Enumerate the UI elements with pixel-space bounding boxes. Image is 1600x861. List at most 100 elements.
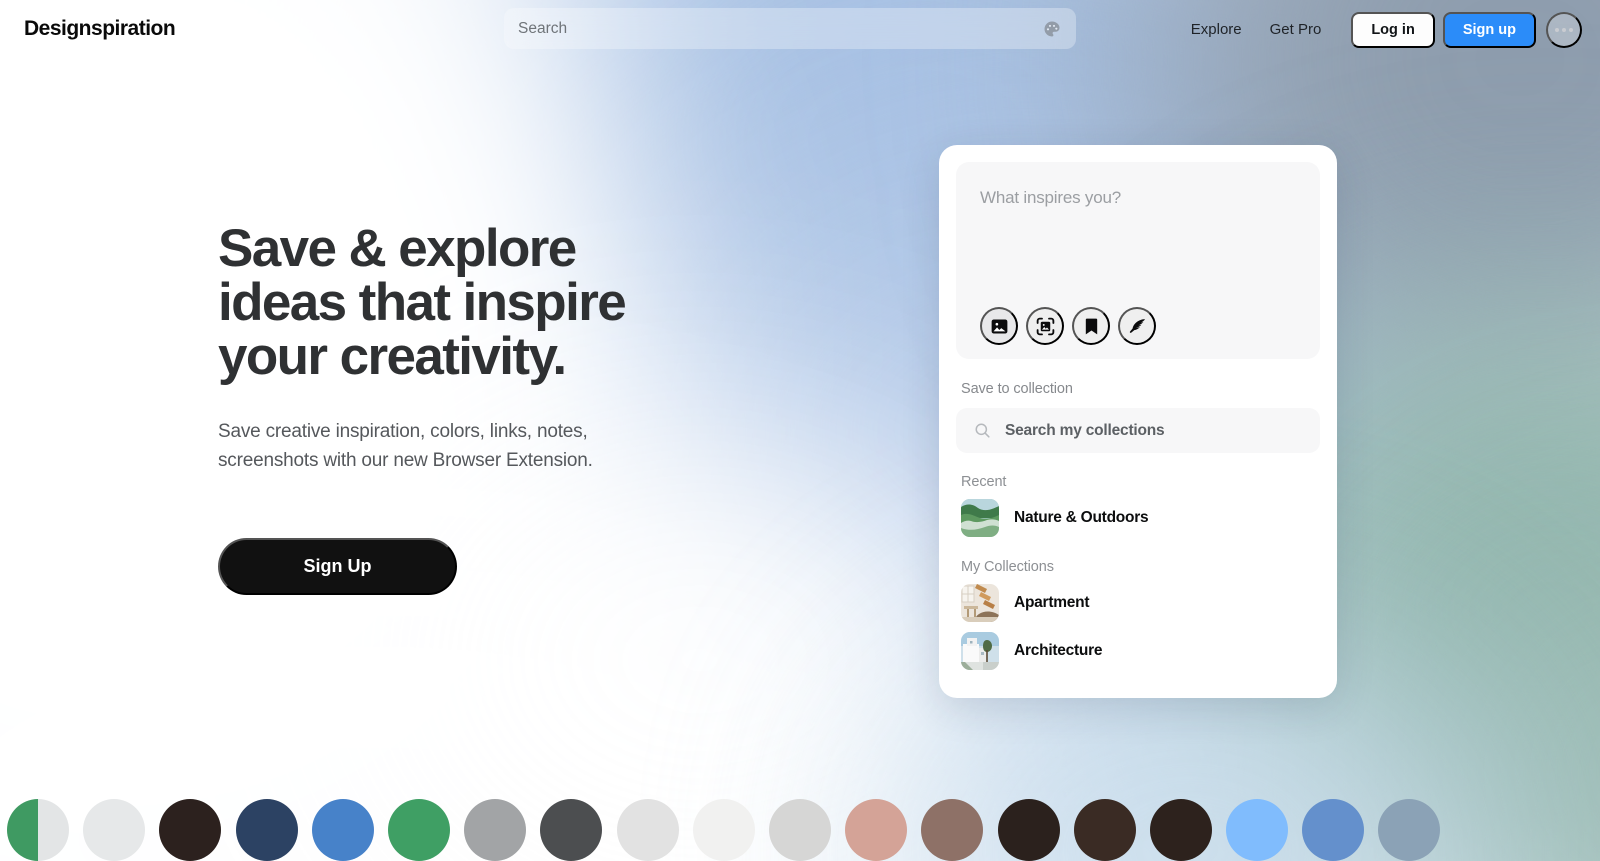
- color-swatch-segment: [464, 799, 527, 861]
- bookmark-icon-button[interactable]: [1072, 307, 1110, 345]
- color-swatch-slot: [305, 799, 381, 861]
- nature-thumb: [961, 499, 999, 537]
- dot-icon: [1555, 28, 1559, 32]
- dot-icon: [1562, 28, 1566, 32]
- hero-signup-button[interactable]: Sign Up: [218, 538, 457, 595]
- recent-label: Recent: [961, 474, 1007, 490]
- color-swatch-segment: [768, 799, 831, 861]
- color-swatch-slot: [1295, 799, 1371, 861]
- color-swatch[interactable]: [235, 799, 298, 861]
- hero-title-line: Save & explore: [218, 219, 577, 278]
- color-swatch[interactable]: [1073, 799, 1136, 861]
- list-item[interactable]: Architecture: [956, 631, 1320, 671]
- color-swatch-slot: [686, 799, 762, 861]
- collection-name: Architecture: [1014, 642, 1103, 659]
- color-swatch-segment: [845, 799, 908, 861]
- color-swatch-slot: [1371, 799, 1447, 861]
- color-swatch[interactable]: [616, 799, 679, 861]
- screenshot-icon: [1036, 317, 1054, 335]
- collection-search-placeholder: Search my collections: [1005, 421, 1165, 439]
- color-swatch-segment: [540, 799, 603, 861]
- my-collections-label: My Collections: [961, 559, 1054, 575]
- color-swatch[interactable]: [997, 799, 1060, 861]
- color-swatch[interactable]: [845, 799, 908, 861]
- color-swatch[interactable]: [1378, 799, 1441, 861]
- color-swatch-slot: [762, 799, 838, 861]
- color-swatch-segment: [921, 799, 984, 861]
- save-to-collection-label: Save to collection: [961, 381, 1073, 397]
- color-swatch[interactable]: [388, 799, 451, 861]
- hero-subtitle: Save creative inspiration, colors, links…: [218, 417, 688, 475]
- color-swatch[interactable]: [1149, 799, 1212, 861]
- note-tool-bar: [980, 307, 1296, 345]
- hero-subtitle-line: screenshots with our new Browser Extensi…: [218, 450, 593, 471]
- more-menu-button[interactable]: [1546, 12, 1582, 48]
- color-swatch-segment: [7, 799, 39, 861]
- architecture-thumb: [961, 632, 999, 670]
- image-icon-button[interactable]: [980, 307, 1018, 345]
- palette-icon[interactable]: [1042, 19, 1062, 39]
- color-swatch[interactable]: [7, 799, 70, 861]
- login-button[interactable]: Log in: [1351, 12, 1435, 48]
- color-swatch-strip: [0, 799, 1600, 861]
- color-swatch-slot: [152, 799, 228, 861]
- color-swatch[interactable]: [921, 799, 984, 861]
- search-input[interactable]: Search: [504, 8, 1076, 49]
- color-swatch-segment: [1226, 799, 1289, 861]
- color-swatch[interactable]: [1302, 799, 1365, 861]
- color-swatch[interactable]: [311, 799, 374, 861]
- note-composer[interactable]: What inspires you?: [956, 162, 1320, 359]
- color-swatch-segment: [235, 799, 298, 861]
- color-swatch-slot: [457, 799, 533, 861]
- color-swatch-slot: [229, 799, 305, 861]
- dot-icon: [1569, 28, 1573, 32]
- color-swatch[interactable]: [692, 799, 755, 861]
- color-swatch[interactable]: [540, 799, 603, 861]
- color-swatch-slot: [1143, 799, 1219, 861]
- signup-button[interactable]: Sign up: [1442, 12, 1536, 48]
- top-navigation-bar: Designspiration Search Explore Get Pro L…: [0, 0, 1600, 60]
- note-placeholder: What inspires you?: [980, 188, 1121, 207]
- page-title: Save & explore ideas that inspire your c…: [218, 222, 688, 384]
- screenshot-icon-button[interactable]: [1026, 307, 1064, 345]
- hero-subtitle-line: Save creative inspiration, colors, links…: [218, 421, 588, 442]
- color-swatch-segment: [38, 799, 70, 861]
- list-item[interactable]: Nature & Outdoors: [956, 498, 1320, 538]
- feather-icon-button[interactable]: [1118, 307, 1156, 345]
- page-root: Designspiration Search Explore Get Pro L…: [0, 0, 1600, 861]
- color-swatch[interactable]: [464, 799, 527, 861]
- color-swatch-segment: [1073, 799, 1136, 861]
- collection-search-input[interactable]: Search my collections: [956, 408, 1320, 453]
- color-swatch-slot: [990, 799, 1066, 861]
- color-swatch[interactable]: [159, 799, 222, 861]
- color-swatch-segment: [311, 799, 374, 861]
- color-swatch-slot: [1219, 799, 1295, 861]
- list-item[interactable]: Apartment: [956, 583, 1320, 623]
- color-swatch-slot: [76, 799, 152, 861]
- site-logo[interactable]: Designspiration: [24, 17, 176, 41]
- hero-title-line: ideas that inspire: [218, 273, 627, 332]
- nav-link-explore[interactable]: Explore: [1177, 10, 1256, 50]
- color-swatch-segment: [1302, 799, 1365, 861]
- bookmark-icon: [1085, 318, 1097, 334]
- feather-icon: [1129, 318, 1145, 333]
- hero-title-line: your creativity.: [218, 327, 567, 386]
- search-placeholder: Search: [518, 19, 568, 37]
- color-swatch-segment: [388, 799, 451, 861]
- color-swatch-segment: [159, 799, 222, 861]
- color-swatch[interactable]: [768, 799, 831, 861]
- color-swatch-slot: [838, 799, 914, 861]
- color-swatch-segment: [616, 799, 679, 861]
- collection-name: Nature & Outdoors: [1014, 509, 1149, 526]
- color-swatch-slot: [381, 799, 457, 861]
- color-swatch-segment: [1378, 799, 1441, 861]
- color-swatch-slot: [1067, 799, 1143, 861]
- color-swatch[interactable]: [83, 799, 146, 861]
- color-swatch-segment: [83, 799, 146, 861]
- nav-link-get-pro[interactable]: Get Pro: [1256, 10, 1336, 50]
- color-swatch-segment: [692, 799, 755, 861]
- color-swatch-segment: [1149, 799, 1212, 861]
- color-swatch-slot: [610, 799, 686, 861]
- color-swatch[interactable]: [1226, 799, 1289, 861]
- collection-name: Apartment: [1014, 594, 1090, 611]
